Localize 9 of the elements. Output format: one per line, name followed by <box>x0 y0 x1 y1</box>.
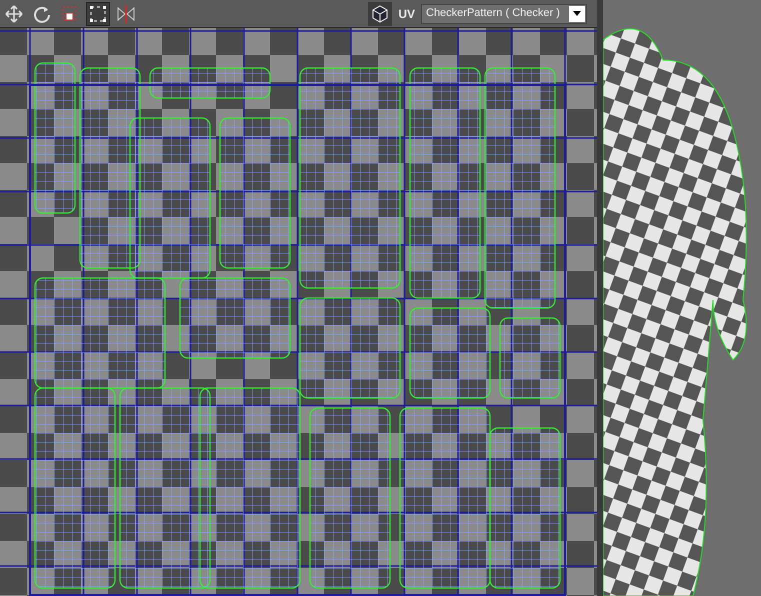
mirror-icon <box>116 4 136 24</box>
dropdown-value: CheckerPattern ( Checker ) <box>425 6 561 22</box>
map-dropdown[interactable]: CheckerPattern ( Checker ) <box>421 4 587 24</box>
uv-button[interactable]: UV <box>396 4 417 22</box>
freeform-icon <box>88 4 108 24</box>
move-icon <box>4 4 24 24</box>
checker-cube-button[interactable] <box>368 2 392 26</box>
tool-button[interactable] <box>86 2 110 26</box>
cube-icon <box>371 4 390 22</box>
